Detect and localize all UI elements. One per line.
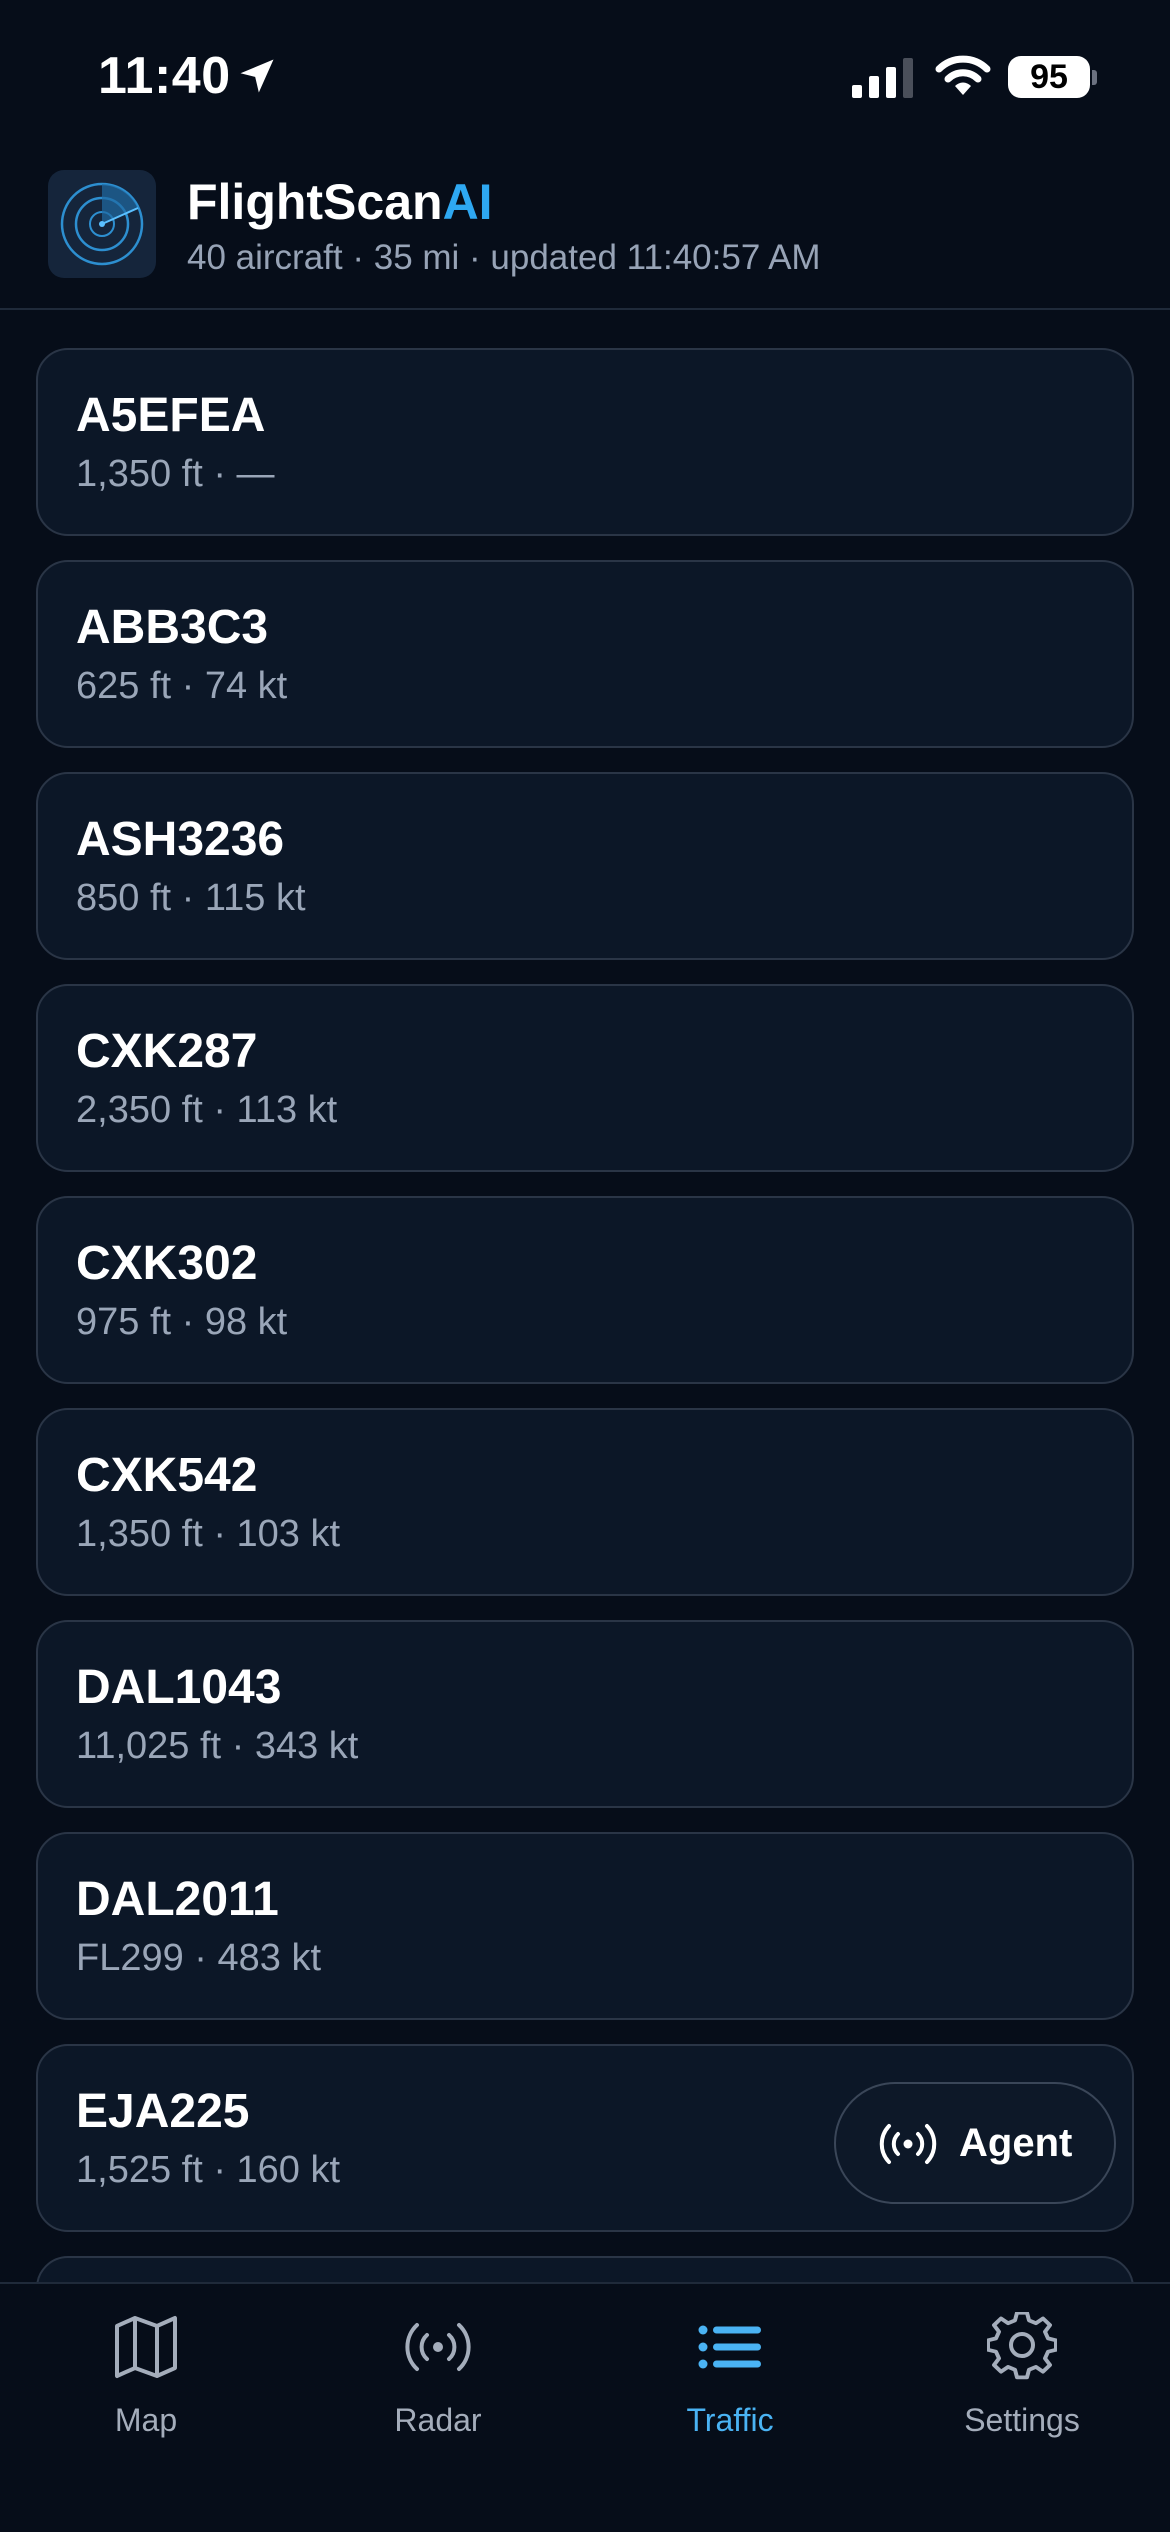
aircraft-details: 625 ft · 74 kt: [76, 665, 288, 707]
aircraft-details: 11,025 ft · 343 kt: [76, 1725, 359, 1767]
traffic-list[interactable]: A5EFEA 1,350 ft · — ABB3C3 625 ft · 74 k…: [36, 348, 1134, 2282]
cellular-signal-icon: [852, 58, 913, 98]
aircraft-card[interactable]: ASH3236 850 ft · 115 kt: [36, 772, 1134, 960]
tab-bar: Map Radar Traffic Settings: [0, 2282, 1170, 2532]
aircraft-callsign: DAL2011: [76, 1873, 279, 1926]
aircraft-callsign: CXK542: [76, 1449, 258, 1502]
aircraft-callsign: ASH3236: [76, 813, 285, 866]
status-bar: 11:40 95: [0, 0, 1170, 150]
gear-icon: [987, 2312, 1057, 2380]
status-time: 11:40: [98, 47, 231, 105]
agent-button-label: Agent: [959, 2121, 1073, 2165]
aircraft-details: 1,350 ft · —: [76, 453, 275, 495]
tab-radar[interactable]: Radar: [292, 2304, 584, 2454]
aircraft-details: 850 ft · 115 kt: [76, 877, 306, 919]
app-title-main: FlightScan: [187, 174, 443, 230]
aircraft-details: FL299 · 483 kt: [76, 1937, 322, 1979]
tab-traffic[interactable]: Traffic: [584, 2304, 876, 2454]
aircraft-card[interactable]: [36, 2256, 1134, 2282]
tab-map-label: Map: [114, 2402, 178, 2438]
traffic-screen: 11:40 95 FlightScanAI 40 aircraft · 35 m…: [0, 0, 1170, 2532]
map-icon: [115, 2316, 177, 2378]
aircraft-details: 1,525 ft · 160 kt: [76, 2149, 341, 2191]
aircraft-details: 975 ft · 98 kt: [76, 1301, 288, 1343]
tab-settings[interactable]: Settings: [876, 2304, 1168, 2454]
app-title: FlightScanAI: [187, 172, 493, 232]
battery-nub: [1092, 70, 1097, 85]
tab-map[interactable]: Map: [0, 2304, 292, 2454]
aircraft-card[interactable]: CXK302 975 ft · 98 kt: [36, 1196, 1134, 1384]
aircraft-details: 1,350 ft · 103 kt: [76, 1513, 341, 1555]
aircraft-callsign: CXK287: [76, 1025, 258, 1078]
location-arrow-icon: [240, 59, 274, 93]
aircraft-callsign: ABB3C3: [76, 601, 269, 654]
aircraft-card[interactable]: DAL2011 FL299 · 483 kt: [36, 1832, 1134, 2020]
aircraft-callsign: EJA225: [76, 2085, 250, 2138]
aircraft-card[interactable]: CXK287 2,350 ft · 113 kt: [36, 984, 1134, 1172]
aircraft-callsign: CXK302: [76, 1237, 258, 1290]
radar-icon: [405, 2323, 471, 2371]
aircraft-callsign: A5EFEA: [76, 389, 266, 442]
aircraft-details: 2,350 ft · 113 kt: [76, 1089, 338, 1131]
aircraft-card[interactable]: ABB3C3 625 ft · 74 kt: [36, 560, 1134, 748]
app-title-accent: AI: [442, 174, 493, 230]
broadcast-icon: [879, 2124, 937, 2164]
aircraft-callsign: DAL1043: [76, 1661, 282, 1714]
app-header: FlightScanAI 40 aircraft · 35 mi · updat…: [0, 150, 1170, 310]
tab-traffic-label: Traffic: [686, 2402, 774, 2438]
aircraft-card[interactable]: A5EFEA 1,350 ft · —: [36, 348, 1134, 536]
aircraft-card[interactable]: DAL1043 11,025 ft · 343 kt: [36, 1620, 1134, 1808]
battery-level: 95: [1008, 56, 1090, 98]
tab-radar-label: Radar: [394, 2402, 482, 2438]
wifi-icon: [935, 55, 991, 95]
aircraft-card[interactable]: CXK542 1,350 ft · 103 kt: [36, 1408, 1134, 1596]
radar-logo-icon: [48, 170, 156, 278]
app-subtitle: 40 aircraft · 35 mi · updated 11:40:57 A…: [187, 238, 821, 277]
list-icon: [698, 2325, 761, 2369]
agent-button[interactable]: Agent: [834, 2082, 1116, 2204]
tab-settings-label: Settings: [964, 2402, 1080, 2438]
